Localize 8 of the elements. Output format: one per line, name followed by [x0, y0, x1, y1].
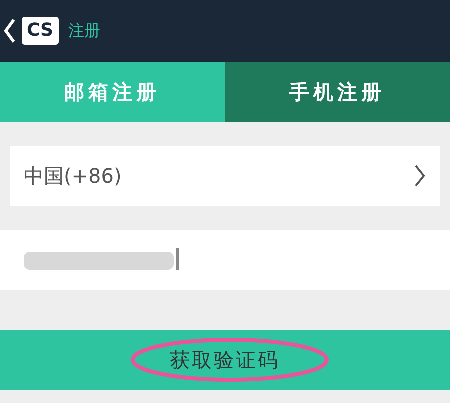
- chevron-right-icon: [414, 164, 426, 188]
- country-field[interactable]: 中国(+86): [10, 146, 440, 206]
- get-code-button[interactable]: 获取验证码: [0, 330, 450, 390]
- tab[interactable]: 手机注册: [225, 62, 450, 122]
- page-title: 注册: [68, 20, 101, 42]
- phone-field[interactable]: [0, 230, 450, 290]
- app-logo: CS: [22, 17, 59, 45]
- back-icon[interactable]: [4, 18, 16, 44]
